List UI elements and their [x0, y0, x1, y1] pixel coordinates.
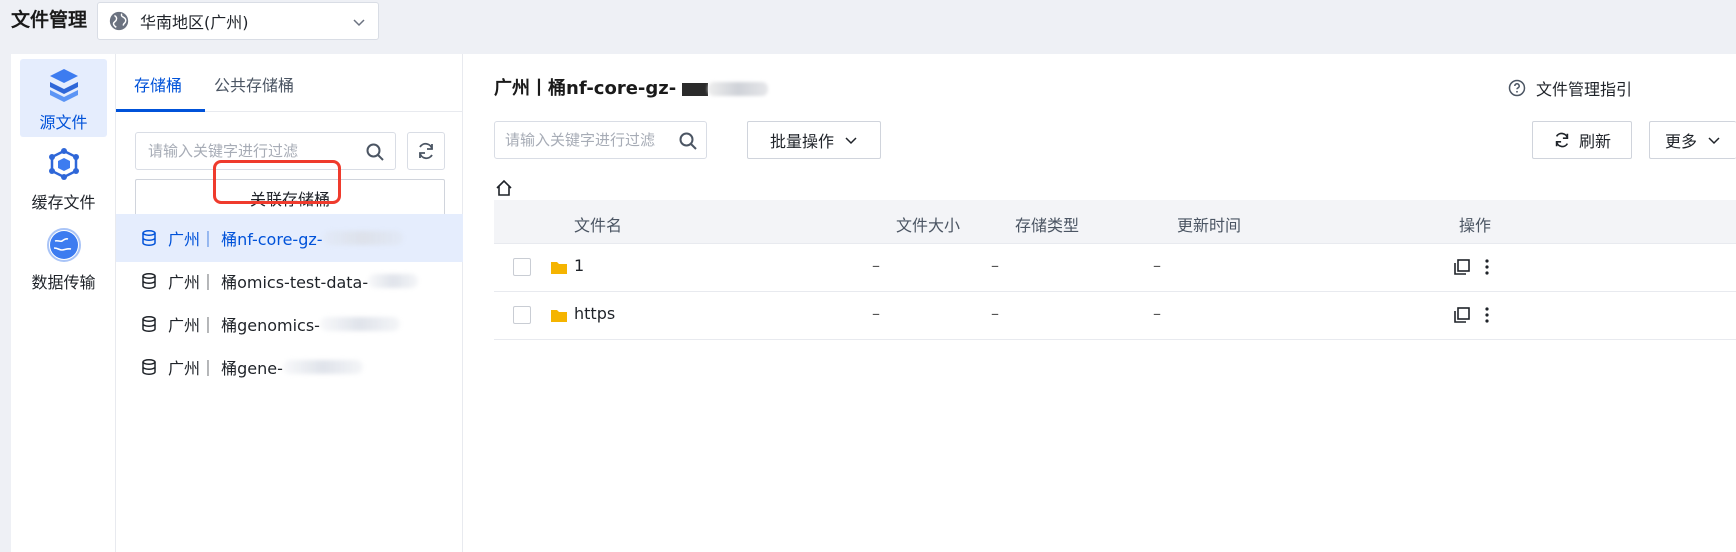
storage-type: –: [991, 256, 999, 275]
column-header-name: 文件名: [574, 216, 623, 235]
file-content-panel: 广州丨桶nf-core-gz- 文件管理指引 批量操作: [463, 54, 1736, 552]
rail-item-label: 缓存文件: [31, 193, 96, 212]
bucket-label: 广州｜ 桶gene-: [168, 359, 283, 378]
redacted-block: [682, 82, 709, 96]
redacted-text: [368, 274, 419, 288]
redacted-text: [282, 360, 363, 374]
column-header-actions: 操作: [1459, 216, 1492, 235]
more-vertical-icon[interactable]: [1479, 257, 1495, 277]
bucket-item[interactable]: 广州｜ 桶genomics-: [116, 300, 463, 348]
refresh-icon: [1555, 132, 1569, 148]
table-row[interactable]: 1 – – –: [494, 244, 1736, 292]
active-tab-indicator: [116, 109, 205, 112]
rail-item-source-files[interactable]: 源文件: [20, 59, 107, 137]
bucket-panel: 存储桶 公共存储桶 关联存储桶 广州｜ 桶nf-core-gz-: [116, 54, 463, 552]
updated-time: –: [1153, 256, 1161, 275]
refresh-label: 刷新: [1578, 132, 1611, 151]
file-name[interactable]: https: [574, 304, 615, 323]
row-checkbox[interactable]: [513, 306, 531, 324]
data-transfer-icon: [46, 228, 81, 262]
guide-label: 文件管理指引: [1536, 80, 1633, 99]
column-header-size: 文件大小: [896, 216, 961, 235]
rail-item-cache-files[interactable]: 缓存文件: [20, 139, 107, 217]
database-icon: [142, 359, 156, 375]
column-header-storage-type: 存储类型: [1015, 216, 1080, 235]
tab-public-buckets[interactable]: 公共存储桶: [214, 72, 294, 96]
folder-icon: [551, 310, 567, 322]
file-name[interactable]: 1: [574, 256, 584, 275]
file-filter: [494, 121, 707, 159]
more-vertical-icon[interactable]: [1479, 305, 1495, 325]
rail-item-label: 数据传输: [31, 273, 96, 292]
column-header-updated-time: 更新时间: [1177, 216, 1242, 235]
more-label: 更多: [1664, 132, 1697, 151]
file-size: –: [872, 304, 880, 323]
search-icon[interactable]: [678, 131, 698, 151]
copy-icon[interactable]: [1453, 258, 1471, 276]
bucket-item[interactable]: 广州｜ 桶nf-core-gz-: [116, 214, 463, 262]
help-icon: [1508, 79, 1526, 97]
bucket-refresh-button[interactable]: [407, 132, 445, 170]
left-nav-rail: 源文件 缓存文件 数据传输: [11, 54, 116, 552]
redacted-text: [708, 82, 769, 96]
bucket-title: 广州丨桶nf-core-gz-: [494, 74, 769, 100]
globe-icon: [109, 11, 129, 31]
search-icon[interactable]: [365, 142, 385, 162]
bucket-label: 广州｜ 桶omics-test-data-: [168, 273, 369, 292]
refresh-icon: [419, 142, 433, 160]
rail-item-label: 源文件: [39, 113, 88, 132]
row-checkbox[interactable]: [513, 258, 531, 276]
batch-operation-button[interactable]: 批量操作: [747, 121, 881, 159]
bucket-item[interactable]: 广州｜ 桶gene-: [116, 343, 463, 391]
bucket-filter-input[interactable]: [136, 133, 356, 169]
chevron-down-icon: [845, 137, 857, 145]
region-select[interactable]: 华南地区(广州): [97, 2, 379, 40]
updated-time: –: [1153, 304, 1161, 323]
associate-bucket-button[interactable]: 关联存储桶: [135, 179, 445, 217]
refresh-button[interactable]: 刷新: [1532, 121, 1632, 159]
source-files-icon: [49, 69, 78, 102]
bucket-label: 广州｜ 桶genomics-: [168, 316, 320, 335]
batch-operation-label: 批量操作: [769, 132, 834, 151]
file-filter-input[interactable]: [495, 122, 671, 158]
bucket-title-text: 广州丨桶nf-core-gz-: [494, 78, 677, 99]
bucket-item[interactable]: 广州｜ 桶omics-test-data-: [116, 257, 463, 305]
database-icon: [142, 230, 156, 246]
chevron-down-icon: [353, 19, 365, 27]
redacted-text: [319, 317, 400, 331]
file-management-guide-link[interactable]: 文件管理指引: [1508, 76, 1632, 100]
table-row[interactable]: https – – –: [494, 292, 1736, 340]
redacted-text: [322, 231, 403, 245]
copy-icon[interactable]: [1453, 306, 1471, 324]
tab-buckets[interactable]: 存储桶: [134, 72, 182, 96]
database-icon: [142, 273, 156, 289]
rail-item-data-transfer[interactable]: 数据传输: [20, 219, 107, 297]
main-card: 源文件 缓存文件 数据传输 存储桶 公共存储桶 请输入关键字进行过滤 关联存储桶…: [11, 54, 1736, 552]
more-button[interactable]: 更多: [1649, 121, 1736, 159]
table-header: 文件名 文件大小 存储类型 更新时间 操作: [494, 200, 1736, 244]
folder-icon: [551, 262, 567, 274]
bucket-tabs: 存储桶 公共存储桶: [116, 54, 463, 112]
chevron-down-icon: [1708, 137, 1720, 145]
bucket-label: 广州｜ 桶nf-core-gz-: [168, 230, 323, 249]
file-size: –: [872, 256, 880, 275]
page-title: 文件管理: [11, 9, 88, 31]
home-icon[interactable]: [494, 178, 514, 198]
bucket-filter: [135, 132, 396, 170]
cache-files-icon: [48, 148, 79, 180]
database-icon: [142, 316, 156, 332]
region-select-value: 华南地区(广州): [140, 13, 249, 32]
storage-type: –: [991, 304, 999, 323]
